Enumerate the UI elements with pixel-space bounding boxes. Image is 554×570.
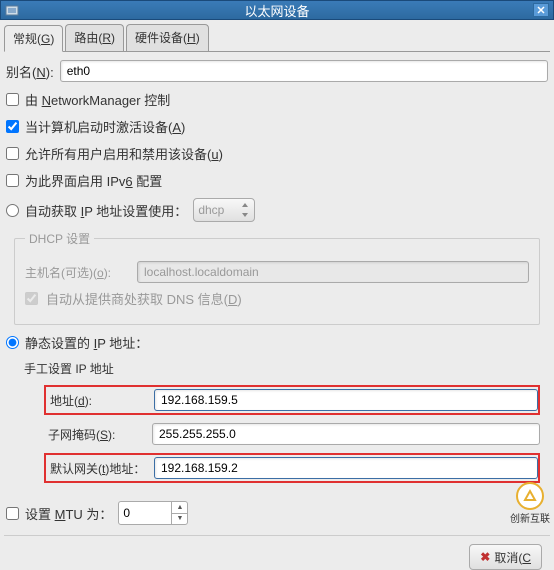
allowusers-checkbox[interactable] [6,147,19,160]
gateway-input[interactable] [154,457,538,479]
autodns-checkbox [25,292,38,305]
nm-row: 由 NetworkManager 控制 [6,90,548,109]
mtu-spin-buttons[interactable]: ▲▼ [171,502,187,524]
auto-ip-row: 自动获取 IP 地址设置使用： dhcp [6,198,548,222]
tab-hardware[interactable]: 硬件设备(H) [126,24,209,51]
ipv6-row: 为此界面启用 IPv6 配置 [6,171,548,190]
manual-ip-fieldset: 手工设置 IP 地址 地址(d): 子网掩码(S): 默认网关(t)地址： [24,360,540,493]
dhcp-fieldset: DHCP 设置 主机名(可选)(o): 自动从提供商处获取 DNS 信息(D) [14,230,540,325]
title-bar: 以太网设备 [0,0,554,20]
watermark-text: 创新互联 [510,510,550,525]
window-icon [5,3,21,19]
autodns-row: 自动从提供商处获取 DNS 信息(D) [25,289,529,308]
ipv6-label: 为此界面启用 IPv6 配置 [25,171,162,190]
tab-route[interactable]: 路由(R) [65,24,124,51]
watermark: 创新互联 [510,482,550,525]
dhcp-combo[interactable]: dhcp [193,198,255,222]
activate-label: 当计算机启动时激活设备(A) [25,117,185,136]
nm-label: 由 NetworkManager 控制 [25,90,170,109]
tab-general[interactable]: 常规(G) [4,25,63,52]
manual-ip-legend: 手工设置 IP 地址 [24,360,114,377]
allowusers-label: 允许所有用户启用和禁用该设备(u) [25,144,223,163]
activate-row: 当计算机启动时激活设备(A) [6,117,548,136]
button-bar: ✖ 取消(C [4,535,550,570]
watermark-icon [516,482,544,510]
hostname-label: 主机名(可选)(o): [25,264,129,281]
tabs: 常规(G) 路由(R) 硬件设备(H) [4,24,550,52]
nm-checkbox[interactable] [6,93,19,106]
cancel-label: 取消(C [494,549,531,566]
gateway-row: 默认网关(t)地址： [44,453,540,483]
mtu-checkbox[interactable] [6,507,19,520]
mtu-input[interactable] [119,502,171,524]
cancel-button[interactable]: ✖ 取消(C [469,544,542,570]
hostname-row: 主机名(可选)(o): [25,261,529,283]
alias-label: 别名(N): [6,62,54,81]
address-input[interactable] [154,389,538,411]
gateway-label: 默认网关(t)地址： [46,460,146,477]
window-title: 以太网设备 [244,1,309,20]
hostname-input [137,261,529,283]
static-ip-radio[interactable] [6,336,19,349]
content-area: 常规(G) 路由(R) 硬件设备(H) 别名(N): 由 NetworkMana… [0,20,554,555]
cancel-icon: ✖ [480,550,490,564]
netmask-label: 子网掩码(S): [44,426,144,443]
close-button[interactable] [533,3,549,17]
mtu-spinner[interactable]: ▲▼ [118,501,188,525]
alias-input[interactable] [60,60,548,82]
netmask-row: 子网掩码(S): [44,421,540,447]
address-row: 地址(d): [44,385,540,415]
static-radio-row: 静态设置的 IP 地址： [6,333,548,352]
activate-checkbox[interactable] [6,120,19,133]
allowusers-row: 允许所有用户启用和禁用该设备(u) [6,144,548,163]
auto-ip-label: 自动获取 IP 地址设置使用： [25,201,187,220]
dhcp-legend: DHCP 设置 [25,230,94,247]
alias-row: 别名(N): [6,60,548,82]
auto-ip-radio[interactable] [6,204,19,217]
autodns-label: 自动从提供商处获取 DNS 信息(D) [46,289,242,308]
mtu-label: 设置 MTU 为： [25,504,112,523]
netmask-input[interactable] [152,423,540,445]
ipv6-checkbox[interactable] [6,174,19,187]
static-ip-label: 静态设置的 IP 地址： [25,333,148,352]
mtu-row: 设置 MTU 为： ▲▼ [6,501,548,525]
address-label: 地址(d): [46,392,146,409]
